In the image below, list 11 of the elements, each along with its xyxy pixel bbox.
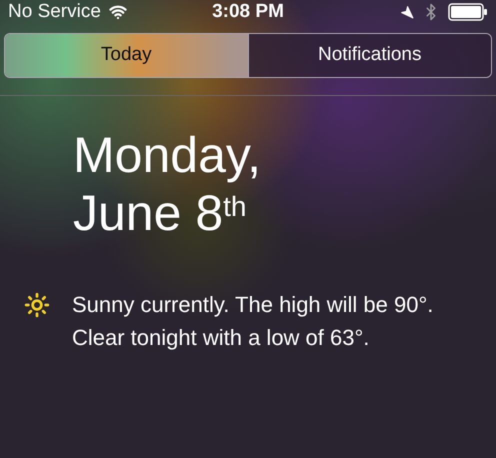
carrier-label: No Service bbox=[8, 0, 101, 24]
wifi-icon bbox=[108, 3, 127, 21]
sun-icon bbox=[24, 292, 50, 318]
weather-summary: Sunny currently. The high will be 90°. Clear tonight with a low of 63°. bbox=[72, 291, 434, 352]
battery-icon bbox=[448, 3, 488, 21]
day-heading: Monday, bbox=[73, 126, 262, 184]
tab[interactable]: Today bbox=[5, 34, 248, 77]
date-heading: June 8$^{th}$ bbox=[73, 184, 248, 242]
clock: 3:08 PM bbox=[212, 0, 284, 24]
tab[interactable]: Notifications bbox=[248, 34, 491, 77]
location-icon bbox=[400, 5, 414, 19]
